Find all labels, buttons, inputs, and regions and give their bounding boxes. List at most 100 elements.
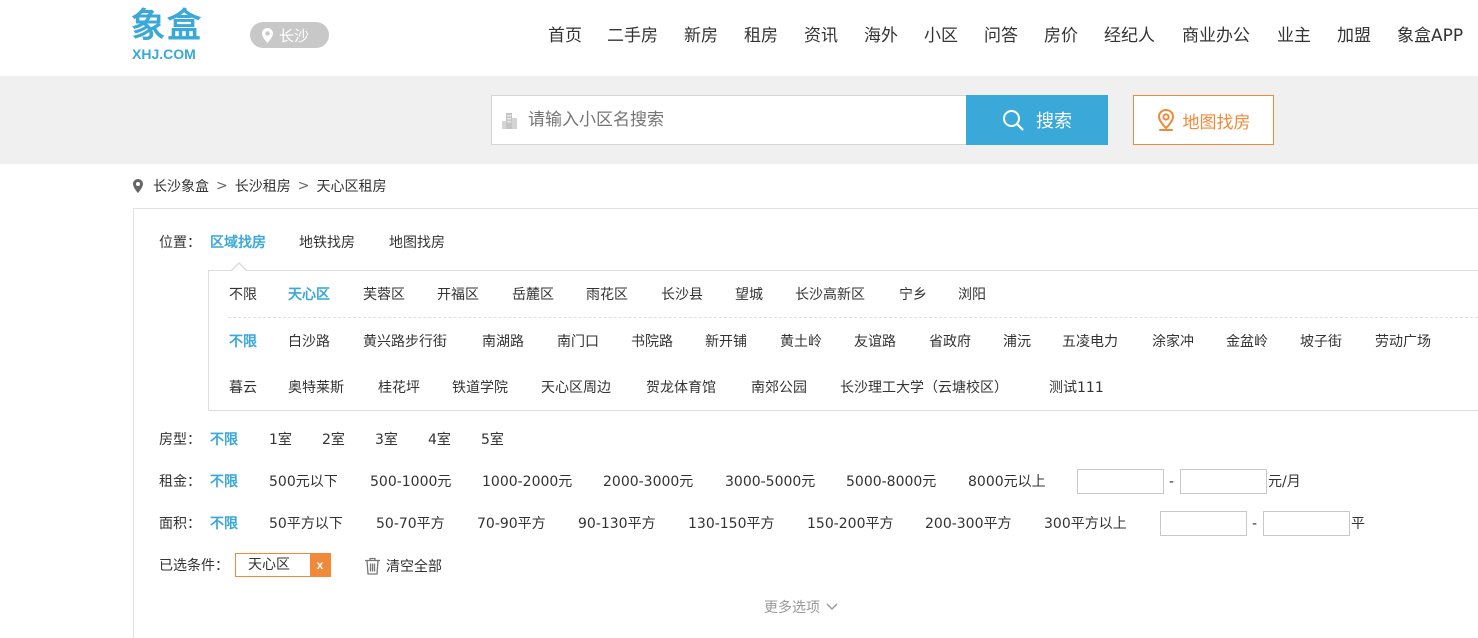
area-option[interactable]: 南门口 [557,332,599,352]
area-option[interactable]: 五凌电力 [1062,332,1118,352]
size-option[interactable]: 50-70平方 [376,514,445,534]
area-option[interactable]: 黄兴路步行街 [363,332,447,352]
area-option[interactable]: 长沙理工大学（云塘校区） [840,378,1008,398]
area-option[interactable]: 奥特莱斯 [288,378,344,398]
nav-news[interactable]: 资讯 [804,24,838,48]
rent-option[interactable]: 5000-8000元 [846,472,936,492]
size-option[interactable]: 150-200平方 [807,514,894,534]
area-option[interactable]: 劳动广场 [1375,332,1431,352]
size-option[interactable]: 130-150平方 [688,514,775,534]
area-option[interactable]: 友谊路 [854,332,896,352]
room-option[interactable]: 5室 [481,430,504,450]
nav-qa[interactable]: 问答 [984,24,1018,48]
search-button[interactable]: 搜索 [966,95,1108,145]
area-option[interactable]: 暮云 [229,378,257,398]
nav-home[interactable]: 首页 [548,24,582,48]
selected-tag-text: 天心区 [248,557,290,573]
area-option[interactable]: 新开铺 [705,332,747,352]
nav-commercial[interactable]: 商业办公 [1182,24,1250,48]
city-selector[interactable]: 长沙 [250,22,329,48]
area-option[interactable]: 浦沅 [1003,332,1031,352]
rent-option[interactable]: 500元以下 [269,472,338,492]
map-search-button[interactable]: 地图找房 [1133,95,1274,145]
logo-text-en: XHJ.COM [132,46,196,62]
nav-new-homes[interactable]: 新房 [684,24,718,48]
size-option[interactable]: 不限 [210,514,238,534]
rent-min-input[interactable] [1077,469,1164,494]
area-option[interactable]: 贺龙体育馆 [646,378,716,398]
area-option[interactable]: 金盆岭 [1226,332,1268,352]
district-option[interactable]: 岳麓区 [512,285,554,305]
tab-district-search[interactable]: 区域找房 [210,233,266,253]
rent-option[interactable]: 8000元以上 [968,472,1046,492]
size-max-input[interactable] [1263,511,1350,536]
nav-second-hand[interactable]: 二手房 [607,24,658,48]
rent-option[interactable]: 不限 [210,472,238,492]
rent-max-input[interactable] [1180,469,1267,494]
search-box[interactable] [491,95,967,145]
area-option[interactable]: 涂家冲 [1152,332,1194,352]
selected-tag: 天心区 x [235,553,331,577]
area-option[interactable]: 测试111 [1049,378,1104,398]
area-option[interactable]: 黄土岭 [780,332,822,352]
rent-range-dash: - [1169,474,1175,490]
breadcrumb-item[interactable]: 长沙象盒 [153,176,209,196]
area-option[interactable]: 书院路 [631,332,673,352]
room-option[interactable]: 1室 [269,430,292,450]
area-option[interactable]: 南湖路 [482,332,524,352]
area-option[interactable]: 南郊公园 [751,378,807,398]
clear-all-button[interactable]: 清空全部 [364,556,442,576]
area-option[interactable]: 桂花坪 [378,378,420,398]
room-option[interactable]: 3室 [375,430,398,450]
nav-app[interactable]: 象盒APP [1397,24,1463,48]
more-options-toggle[interactable]: 更多选项 [764,597,838,617]
room-option[interactable]: 不限 [210,430,238,450]
district-option[interactable]: 雨花区 [586,285,628,305]
size-option[interactable]: 200-300平方 [925,514,1012,534]
size-unit: 平 [1351,516,1365,532]
size-option[interactable]: 70-90平方 [477,514,546,534]
remove-tag-button[interactable]: x [310,554,330,576]
area-option[interactable]: 不限 [229,332,257,352]
location-pin-icon [133,179,143,193]
search-input[interactable] [528,110,948,130]
size-option[interactable]: 50平方以下 [269,514,343,534]
district-option[interactable]: 望城 [735,285,763,305]
tab-map-search[interactable]: 地图找房 [389,233,445,253]
area-option[interactable]: 铁道学院 [452,378,508,398]
size-min-input[interactable] [1160,511,1247,536]
district-option[interactable]: 浏阳 [958,285,986,305]
nav-price[interactable]: 房价 [1044,24,1078,48]
district-option[interactable]: 长沙高新区 [795,285,865,305]
rent-option[interactable]: 1000-2000元 [482,472,572,492]
room-option[interactable]: 2室 [322,430,345,450]
size-option[interactable]: 90-130平方 [578,514,656,534]
rent-option[interactable]: 3000-5000元 [725,472,815,492]
nav-owners[interactable]: 业主 [1277,24,1311,48]
nav-rent[interactable]: 租房 [744,24,778,48]
district-option[interactable]: 不限 [229,285,257,305]
room-option[interactable]: 4室 [428,430,451,450]
size-option[interactable]: 300平方以上 [1044,514,1127,534]
district-option[interactable]: 芙蓉区 [363,285,405,305]
search-button-label: 搜索 [1036,111,1072,132]
district-option[interactable]: 长沙县 [661,285,703,305]
district-option[interactable]: 开福区 [437,285,479,305]
district-option[interactable]: 宁乡 [899,285,927,305]
breadcrumb-item[interactable]: 长沙租房 [235,176,291,196]
nav-community[interactable]: 小区 [924,24,958,48]
area-option[interactable]: 省政府 [929,332,971,352]
area-option[interactable]: 天心区周边 [541,378,611,398]
district-option[interactable]: 天心区 [288,285,330,305]
nav-agents[interactable]: 经纪人 [1104,24,1155,48]
nav-overseas[interactable]: 海外 [864,24,898,48]
more-options-label: 更多选项 [764,600,820,616]
rent-option[interactable]: 2000-3000元 [603,472,693,492]
area-option[interactable]: 坡子街 [1300,332,1342,352]
rent-option[interactable]: 500-1000元 [370,472,451,492]
breadcrumb-separator: > [216,178,228,194]
area-option[interactable]: 白沙路 [288,332,330,352]
logo[interactable]: 象盒 XHJ.COM [131,6,211,64]
nav-join[interactable]: 加盟 [1337,24,1371,48]
tab-subway-search[interactable]: 地铁找房 [299,233,355,253]
